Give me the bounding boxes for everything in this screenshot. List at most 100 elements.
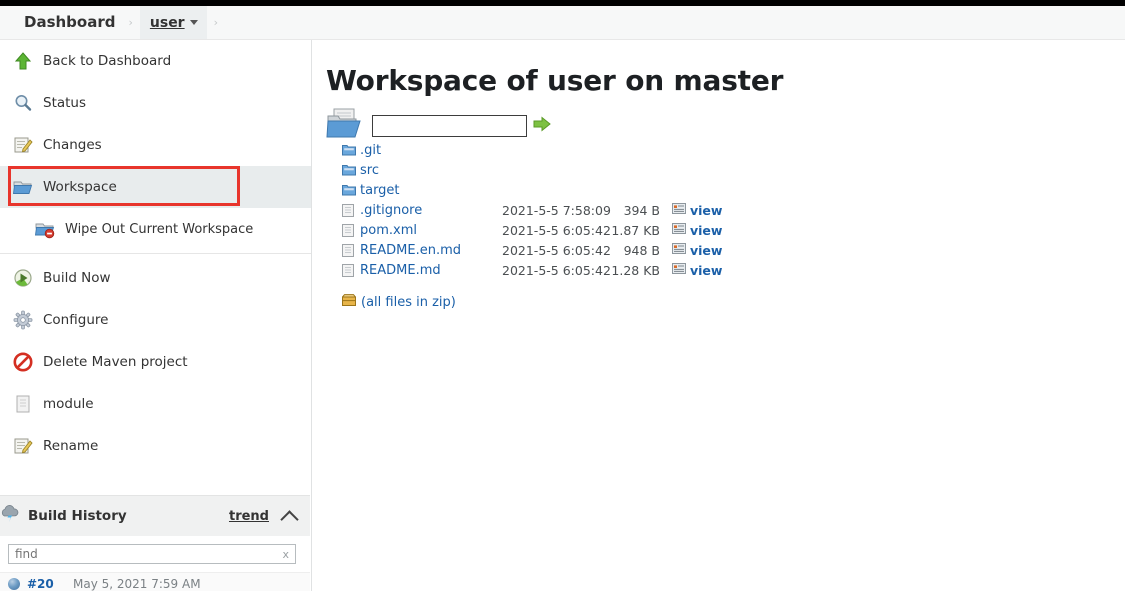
- sidebar-item-label: module: [43, 396, 94, 412]
- build-status-ball-icon: [8, 578, 20, 590]
- sidebar-item-changes[interactable]: Changes: [0, 124, 311, 166]
- file-view-action[interactable]: view: [672, 222, 722, 238]
- file-size: 394 B: [623, 202, 660, 218]
- folder-delete-icon: [32, 216, 58, 242]
- build-history-icon: [0, 504, 20, 528]
- workspace-path-input[interactable]: [372, 115, 527, 137]
- build-history-title: Build History: [28, 508, 127, 524]
- header-bar: Dashboard › user ›: [0, 6, 1125, 40]
- up-arrow-icon: [10, 48, 36, 74]
- sidebar-item-label: Status: [43, 95, 87, 111]
- sidebar-item-rename[interactable]: Rename: [0, 425, 311, 467]
- build-history-trend-link[interactable]: trend: [229, 509, 269, 524]
- folder-icon: [10, 174, 36, 200]
- view-link[interactable]: view: [690, 263, 722, 278]
- delete-forbidden-icon: [10, 349, 36, 375]
- file-view-action[interactable]: view: [672, 262, 722, 278]
- view-link[interactable]: view: [690, 243, 722, 258]
- all-files-zip-link[interactable]: (all files in zip): [361, 295, 456, 310]
- sidebar-item-label: Delete Maven project: [43, 354, 188, 370]
- document-icon: [342, 243, 357, 257]
- clear-icon[interactable]: x: [282, 548, 295, 561]
- notepad-pencil-icon: [10, 433, 36, 459]
- sidebar-item-back-to-dashboard[interactable]: Back to Dashboard: [0, 40, 311, 82]
- sidebar-item-delete-maven-project[interactable]: Delete Maven project: [0, 341, 311, 383]
- document-icon: [10, 391, 36, 417]
- file-row[interactable]: target: [342, 180, 461, 200]
- file-size: 1.28 KB: [611, 262, 660, 278]
- build-now-icon: [10, 265, 36, 291]
- sidebar-item-build-now[interactable]: Build Now: [0, 257, 311, 299]
- build-history-find-input[interactable]: [9, 546, 283, 562]
- file-name-link[interactable]: pom.xml: [360, 223, 417, 238]
- breadcrumb-user[interactable]: user: [150, 15, 185, 31]
- file-size: 1.87 KB: [611, 222, 660, 238]
- build-date: May 5, 2021 7:59 AM: [73, 577, 201, 591]
- sidebar-item-label: Wipe Out Current Workspace: [65, 221, 254, 237]
- file-row[interactable]: README.md 2021-5-5 6:05:42 1.28 KB view: [342, 260, 722, 280]
- sidebar-item-wipe-out-current-workspace[interactable]: Wipe Out Current Workspace: [0, 208, 311, 250]
- file-view-action[interactable]: view: [672, 202, 722, 218]
- sidebar-divider: [0, 253, 311, 254]
- sidebar: Back to Dashboard Status Changes Workspa…: [0, 40, 312, 591]
- workspace-path-field[interactable]: [373, 116, 526, 136]
- sidebar-item-configure[interactable]: Configure: [0, 299, 311, 341]
- document-icon: [342, 263, 357, 277]
- notepad-pencil-icon: [10, 132, 36, 158]
- breadcrumb-user-tab[interactable]: user: [139, 6, 207, 39]
- file-name-link[interactable]: README.md: [360, 263, 441, 278]
- workspace-file-list: .git src target .gitignore 2021-5-5 7:58…: [341, 140, 722, 310]
- breadcrumb: Dashboard › user ›: [18, 6, 225, 39]
- chevron-up-icon[interactable]: [280, 509, 299, 529]
- folder-icon: [342, 184, 357, 196]
- view-icon: [672, 262, 686, 278]
- file-row[interactable]: README.en.md 2021-5-5 6:05:42 948 B view: [342, 240, 722, 260]
- view-link[interactable]: view: [690, 203, 722, 218]
- build-number-link[interactable]: #20: [27, 577, 73, 591]
- view-link[interactable]: view: [690, 223, 722, 238]
- breadcrumb-dashboard[interactable]: Dashboard: [18, 6, 121, 39]
- sidebar-item-workspace[interactable]: Workspace: [0, 166, 311, 208]
- sidebar-item-label: Changes: [43, 137, 102, 153]
- all-files-zip-row[interactable]: (all files in zip): [341, 294, 461, 310]
- view-icon: [672, 202, 686, 218]
- file-size: 948 B: [623, 242, 660, 258]
- file-view-action[interactable]: view: [672, 242, 722, 258]
- build-history-header: Build History trend: [0, 495, 310, 536]
- page-title: Workspace of user on master: [326, 64, 784, 97]
- workspace-path-bar: [326, 108, 551, 144]
- folder-icon: [342, 144, 357, 156]
- magnifier-icon: [10, 90, 36, 116]
- sidebar-item-status[interactable]: Status: [0, 82, 311, 124]
- view-icon: [672, 242, 686, 258]
- build-history-find-box[interactable]: x: [8, 544, 296, 564]
- file-row[interactable]: .git: [342, 140, 461, 160]
- file-name-link[interactable]: src: [360, 163, 379, 178]
- go-arrow-icon[interactable]: [533, 115, 551, 137]
- build-history-actions: trend: [229, 509, 310, 529]
- file-name-link[interactable]: .git: [360, 143, 381, 158]
- document-icon: [342, 203, 357, 217]
- file-row[interactable]: .gitignore 2021-5-5 7:58:09 394 B view: [342, 200, 722, 220]
- chevron-down-icon[interactable]: [189, 20, 198, 25]
- sidebar-item-label: Back to Dashboard: [43, 53, 172, 69]
- folder-icon: [342, 164, 357, 176]
- sidebar-item-label: Build Now: [43, 270, 111, 286]
- file-row[interactable]: pom.xml 2021-5-5 6:05:42 1.87 KB view: [342, 220, 722, 240]
- gear-icon: [10, 307, 36, 333]
- file-row[interactable]: src: [342, 160, 461, 180]
- file-name-link[interactable]: .gitignore: [360, 203, 422, 218]
- sidebar-item-module[interactable]: module: [0, 383, 311, 425]
- view-icon: [672, 222, 686, 238]
- sidebar-item-label: Workspace: [43, 179, 117, 195]
- sidebar-item-label: Configure: [43, 312, 109, 328]
- file-name-link[interactable]: README.en.md: [360, 243, 461, 258]
- main-content: Workspace of user on master .git src tar…: [312, 40, 1125, 591]
- breadcrumb-separator-2: ›: [213, 16, 218, 29]
- file-name-link[interactable]: target: [360, 183, 400, 198]
- build-history-row[interactable]: #20 May 5, 2021 7:59 AM: [0, 572, 310, 591]
- breadcrumb-separator-1: ›: [128, 16, 133, 29]
- document-icon: [342, 223, 357, 237]
- sidebar-item-label: Rename: [43, 438, 99, 454]
- page-root: Dashboard › user › Back to Dashboard Sta…: [0, 0, 1125, 591]
